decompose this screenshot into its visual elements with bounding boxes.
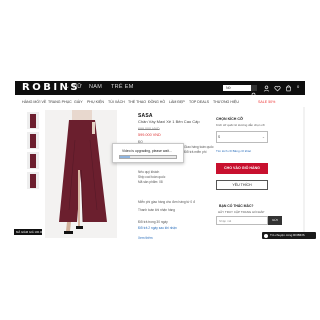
price-old: 699.000 VND xyxy=(138,127,160,131)
product-thumbnail[interactable] xyxy=(27,152,39,169)
return-info: Đổi trả trong 30 ngày xyxy=(138,220,168,224)
see-more-link[interactable]: Xem thêm xyxy=(138,236,153,240)
payment-info: Thanh toán khi nhận hàng xyxy=(138,208,176,212)
tab-women[interactable]: NỮ xyxy=(73,84,82,90)
size-select[interactable] xyxy=(216,131,268,143)
info-line: Mã sản phẩm: 08 xyxy=(138,180,163,184)
size-help[interactable]: Kích cỡ quốc tế Hướng dẫn chọn cỡ xyxy=(216,123,265,127)
category-nav: HÀNG MỚI VỀ TRANG PHỤC GIÀY PHỤ KIỆN TÚI… xyxy=(15,100,305,107)
nav-bags[interactable]: TÚI XÁCH xyxy=(108,100,125,104)
nav-brands[interactable]: THƯƠNG HIỆU xyxy=(213,100,239,104)
chat-button[interactable]: Trò chuyện cùng ROBINS xyxy=(262,232,316,239)
size-title: CHỌN KÍCH CỠ xyxy=(216,117,244,121)
gender-chevron-icon[interactable]: ⌄ xyxy=(65,84,70,90)
delivery-info: Miễn phí giao hàng cho đơn hàng từ 0 đ xyxy=(138,200,195,204)
cart-count: 0 xyxy=(297,84,300,89)
page: ROBINS ⌄ NỮ NAM TRẺ EM Nữ 0 HÀNG MỚI VỀ … xyxy=(0,0,320,320)
loading-progress-bar xyxy=(119,155,177,159)
tab-kids[interactable]: TRẺ EM xyxy=(111,84,134,90)
nav-shoes[interactable]: GIÀY xyxy=(74,100,83,104)
tab-men[interactable]: NAM xyxy=(89,84,102,90)
info-line: Giao hàng toàn quốc xyxy=(184,145,214,149)
product-thumbnail[interactable] xyxy=(27,132,39,149)
user-icon[interactable] xyxy=(263,85,270,92)
loading-progress-fill xyxy=(120,156,130,158)
faq-title: BẠN CÓ THẮC MẮC? xyxy=(219,204,254,208)
search-button[interactable] xyxy=(251,85,257,98)
price-new: 599.000 VND xyxy=(138,133,161,137)
product-thumbnail[interactable] xyxy=(27,112,39,129)
faq-subtitle[interactable]: HÃY TRUY CẬP TRANG HỎI ĐÁP xyxy=(218,210,264,214)
nav-clothing[interactable]: TRANG PHỤC xyxy=(48,100,72,104)
info-line: Nếu quý khách xyxy=(138,170,160,174)
product-name: Chân Váy Maxi Xẻ 1 Bên Cao Cấp xyxy=(138,119,200,124)
scrollbar[interactable] xyxy=(303,107,305,237)
info-line: Ship cod toàn quốc xyxy=(138,175,166,179)
discount-bar[interactable]: MÃ GIẢM GIÁ 100.000đ xyxy=(14,229,42,235)
info-line: Đổi trả miễn phí xyxy=(184,150,207,154)
heart-icon[interactable] xyxy=(274,85,281,92)
product-thumbnail[interactable] xyxy=(27,172,39,189)
add-to-cart-button[interactable]: CHO VÀO GIỎ HÀNG xyxy=(216,163,268,174)
cart-icon[interactable] xyxy=(285,84,292,92)
search-category[interactable]: Nữ xyxy=(226,86,231,90)
chat-icon xyxy=(264,233,268,238)
header-bar: ROBINS ⌄ NỮ NAM TRẺ EM Nữ 0 xyxy=(15,81,305,98)
nav-top-deals[interactable]: TOP DEALS xyxy=(189,100,209,104)
promo-submit-button[interactable]: GỬI xyxy=(268,216,282,225)
nav-sports[interactable]: THỂ THAO xyxy=(128,100,146,104)
nav-watches[interactable]: ĐỒNG HỒ xyxy=(148,100,165,104)
loading-text: Video is upgrading, please wait... xyxy=(122,149,172,153)
wishlist-button[interactable]: YÊU THÍCH xyxy=(216,180,268,190)
loading-dialog: Video is upgrading, please wait... xyxy=(112,143,184,163)
nav-sale[interactable]: SALE 50% xyxy=(258,100,275,104)
product-main-image[interactable] xyxy=(45,110,117,238)
nav-accessories[interactable]: PHỤ KIỆN xyxy=(87,100,104,104)
return-info-link[interactable]: Đổi trả 2 ngày sau khi nhận xyxy=(138,226,177,230)
nav-new-arrivals[interactable]: HÀNG MỚI VỀ xyxy=(22,100,46,104)
search-icon xyxy=(251,92,257,98)
skirt-photo xyxy=(45,110,117,238)
size-guide-link[interactable]: Tìm kích cỡ Bảng cỡ khác xyxy=(216,149,251,153)
nav-beauty[interactable]: LÀM ĐẸP xyxy=(169,100,185,104)
size-value: S xyxy=(218,135,221,139)
promo-placeholder: Nhập mã xyxy=(219,219,232,223)
logo[interactable]: ROBINS xyxy=(22,82,80,93)
chevron-down-icon: ⌄ xyxy=(262,135,266,139)
